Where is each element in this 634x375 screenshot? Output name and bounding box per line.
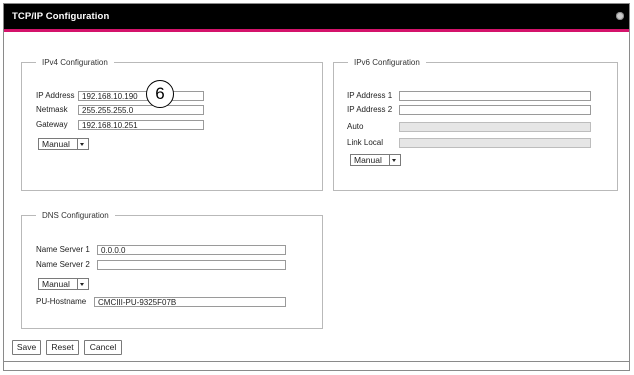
- dns-ns1-label: Name Server 1: [36, 245, 90, 254]
- ipv4-ip-field[interactable]: [78, 91, 204, 101]
- step-callout: 6: [146, 80, 174, 108]
- ipv4-gateway-label: Gateway: [36, 120, 68, 129]
- ipv4-legend: IPv4 Configuration: [36, 57, 114, 68]
- ipv6-legend: IPv6 Configuration: [348, 57, 426, 68]
- dns-legend: DNS Configuration: [36, 210, 115, 221]
- dns-mode-select[interactable]: Manual: [38, 278, 89, 290]
- ipv4-ip-label: IP Address: [36, 91, 75, 100]
- ipv6-ip2-field[interactable]: [399, 105, 591, 115]
- dns-ns2-field[interactable]: [97, 260, 286, 270]
- ipv6-mode-select[interactable]: Manual: [350, 154, 401, 166]
- close-icon[interactable]: [616, 12, 624, 20]
- title-bar: TCP/IP Configuration: [4, 4, 629, 29]
- dns-mode-value: Manual: [42, 279, 70, 289]
- dns-hostname-label: PU-Hostname: [36, 297, 87, 306]
- accent-bar: [4, 29, 629, 32]
- dns-hostname-field[interactable]: [94, 297, 286, 307]
- ipv6-ip2-label: IP Address 2: [347, 105, 393, 114]
- dns-ns2-label: Name Server 2: [36, 260, 90, 269]
- tcpip-dialog: TCP/IP Configuration IPv4 Configuration …: [3, 3, 630, 371]
- reset-button[interactable]: Reset: [46, 340, 79, 355]
- ipv4-netmask-label: Netmask: [36, 105, 68, 114]
- dialog-title: TCP/IP Configuration: [12, 11, 110, 22]
- ipv6-auto-label: Auto: [347, 122, 364, 131]
- ipv4-gateway-field[interactable]: [78, 120, 204, 130]
- ipv4-mode-select[interactable]: Manual: [38, 138, 89, 150]
- dns-ns1-field[interactable]: [97, 245, 286, 255]
- cancel-button[interactable]: Cancel: [84, 340, 122, 355]
- ipv4-mode-value: Manual: [42, 139, 70, 149]
- chevron-down-icon: [389, 155, 400, 165]
- ipv6-linklocal-label: Link Local: [347, 138, 384, 147]
- chevron-down-icon: [77, 279, 88, 289]
- ipv6-mode-value: Manual: [354, 155, 382, 165]
- dns-group: DNS Configuration: [21, 210, 323, 329]
- footer-divider: [4, 361, 629, 362]
- chevron-down-icon: [77, 139, 88, 149]
- ipv6-ip1-field[interactable]: [399, 91, 591, 101]
- ipv6-ip1-label: IP Address 1: [347, 91, 393, 100]
- ipv6-auto-field: [399, 122, 591, 132]
- ipv6-linklocal-field: [399, 138, 591, 148]
- save-button[interactable]: Save: [12, 340, 41, 355]
- ipv4-netmask-field[interactable]: [78, 105, 204, 115]
